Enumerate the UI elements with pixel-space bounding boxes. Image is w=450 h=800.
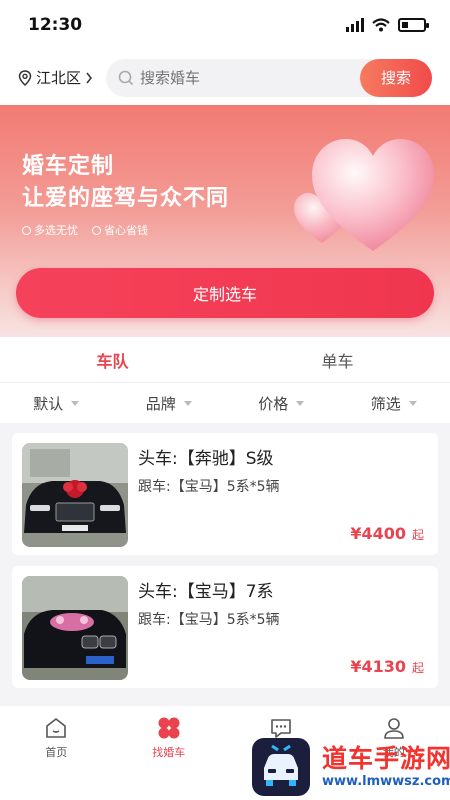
price-suffix: 起 xyxy=(411,661,424,675)
car-photo xyxy=(22,576,128,680)
caret-down-icon xyxy=(408,400,417,406)
clover-icon xyxy=(158,717,180,739)
message-icon xyxy=(271,719,292,738)
search-button[interactable]: 搜索 xyxy=(360,58,432,97)
filter-bar: 默认 品牌 价格 筛选 xyxy=(0,383,450,423)
check-circle-icon xyxy=(22,226,31,235)
location-selector[interactable]: 江北区 xyxy=(18,67,106,88)
status-icons xyxy=(346,18,429,32)
car-card[interactable]: 头车:【奔驰】S级 跟车:【宝马】5系*5辆 ¥4400 起 xyxy=(12,433,438,555)
signal-icon xyxy=(346,18,364,32)
car-price: ¥4130 起 xyxy=(350,657,424,676)
search-row: 江北区 搜索 xyxy=(0,50,450,105)
caret-down-icon xyxy=(183,400,192,406)
chevron-right-icon xyxy=(86,72,92,83)
watermark-logo xyxy=(252,738,310,796)
home-icon xyxy=(46,718,67,738)
nav-find-car[interactable]: 找婚车 xyxy=(113,706,226,800)
wifi-icon xyxy=(372,18,390,32)
heart-large-icon xyxy=(312,139,434,251)
car-photo xyxy=(22,443,128,547)
car-follow-vehicles: 跟车:【宝马】5系*5辆 xyxy=(138,479,280,495)
location-label: 江北区 xyxy=(36,69,82,87)
check-circle-icon xyxy=(92,226,101,235)
banner-title-line1: 婚车定制 xyxy=(22,154,115,179)
tab-fleet[interactable]: 车队 xyxy=(0,337,225,382)
caret-down-icon xyxy=(296,400,305,406)
filter-price[interactable]: 价格 xyxy=(225,383,338,423)
fleet-tabs: 车队 单车 xyxy=(0,337,450,383)
car-lead-vehicle: 头车:【奔驰】S级 xyxy=(138,449,274,469)
price-amount: ¥4400 xyxy=(350,524,406,543)
car-price: ¥4400 起 xyxy=(350,524,424,543)
banner: 婚车定制 让爱的座驾与众不同 多选无忧 省心省钱 定制选车 xyxy=(0,105,450,337)
car-follow-vehicles: 跟车:【宝马】5系*5辆 xyxy=(138,612,280,628)
filter-more[interactable]: 筛选 xyxy=(338,383,450,423)
search-input[interactable] xyxy=(140,68,340,87)
banner-title: 婚车定制 让爱的座驾与众不同 xyxy=(22,151,229,215)
banner-tags: 多选无忧 省心省钱 xyxy=(22,222,148,238)
battery-icon xyxy=(398,18,429,32)
filter-brand[interactable]: 品牌 xyxy=(113,383,226,423)
car-lead-vehicle: 头车:【宝马】7系 xyxy=(138,582,274,602)
custom-select-car-button[interactable]: 定制选车 xyxy=(16,268,434,318)
search-icon xyxy=(118,70,134,85)
nav-home-label: 首页 xyxy=(45,746,68,759)
nav-home[interactable]: 首页 xyxy=(0,706,113,800)
nav-find-car-label: 找婚车 xyxy=(152,746,186,759)
price-amount: ¥4130 xyxy=(350,657,406,676)
status-time: 12:30 xyxy=(28,15,83,35)
price-suffix: 起 xyxy=(411,528,424,542)
watermark-title: 道车手游网 xyxy=(322,744,450,773)
location-pin-icon xyxy=(18,69,32,86)
car-card[interactable]: 头车:【宝马】7系 跟车:【宝马】5系*5辆 ¥4130 起 xyxy=(12,566,438,688)
watermark: 道车手游网 www.lmwwsz.com xyxy=(322,744,450,790)
user-icon xyxy=(383,718,404,739)
caret-down-icon xyxy=(71,400,80,406)
banner-tag: 多选无忧 xyxy=(22,222,78,238)
banner-tag: 省心省钱 xyxy=(92,222,148,238)
watermark-url: www.lmwwsz.com xyxy=(322,774,450,789)
banner-title-line2: 让爱的座驾与众不同 xyxy=(22,186,230,211)
filter-default[interactable]: 默认 xyxy=(0,383,113,423)
search-box[interactable]: 搜索 xyxy=(106,58,432,97)
tab-single-car[interactable]: 单车 xyxy=(225,337,450,382)
status-bar: 12:30 xyxy=(0,0,450,50)
